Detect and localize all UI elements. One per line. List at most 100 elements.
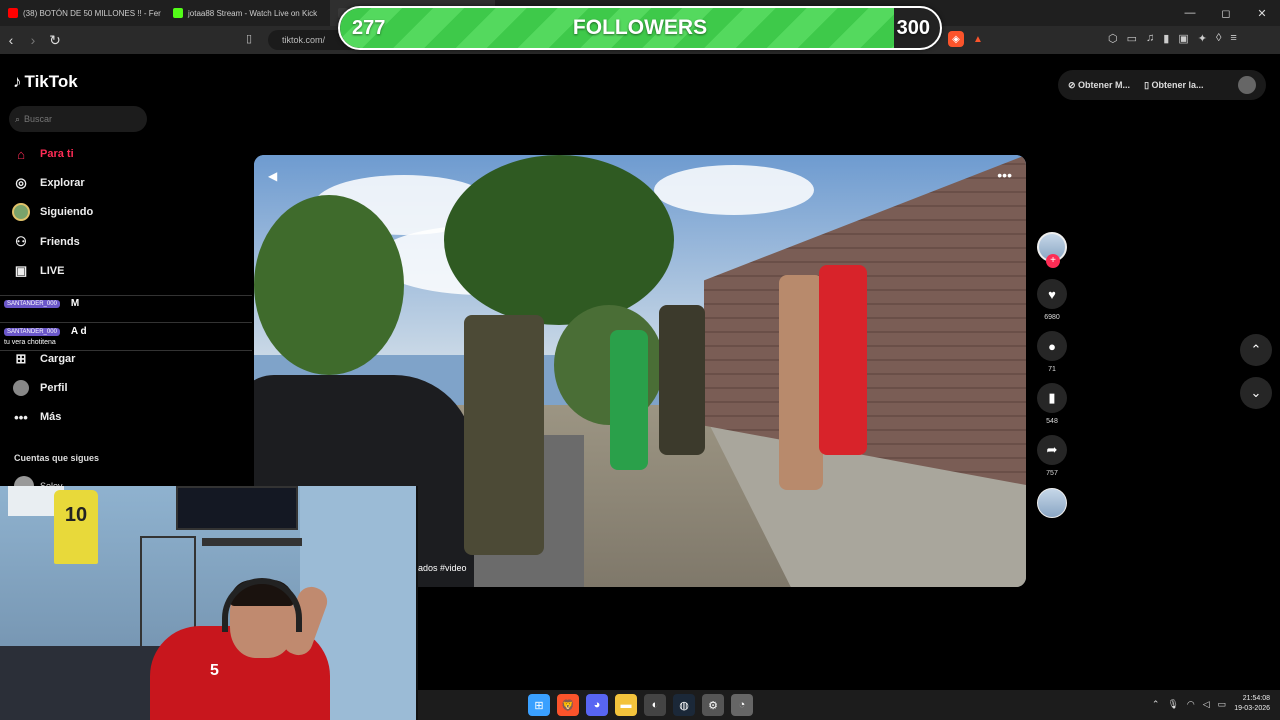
sidebar-item-label: Para ti	[40, 148, 74, 160]
chat-message: SANTANDER_000 M	[4, 298, 79, 309]
save-action[interactable]: ▮ 548	[1037, 383, 1067, 425]
music-icon[interactable]: ♫	[1146, 32, 1154, 45]
discord-icon[interactable]: ◕	[586, 694, 608, 716]
search-box[interactable]: ⌕	[9, 106, 147, 132]
follow-plus-icon[interactable]: +	[1046, 254, 1060, 268]
search-input[interactable]	[24, 114, 135, 124]
chat-message: tu vera chotitena	[4, 339, 56, 346]
hidden-sidebar-text: A d	[70, 326, 87, 337]
sidebar-item-mas[interactable]: ••• Más	[12, 406, 61, 428]
get-coins-label: Obtener M...	[1078, 79, 1131, 90]
cam-jersey: 10	[54, 490, 98, 564]
minimize-button[interactable]: —	[1172, 0, 1208, 26]
leo-icon[interactable]: ✦	[1198, 32, 1207, 45]
extension-icons: ⬡ ▭ ♫ ▮ ▣ ✦ ◊ ≡	[1108, 32, 1237, 45]
steam-icon[interactable]: ◍	[673, 694, 695, 716]
more-icon: •••	[14, 409, 28, 425]
tab-title: jotaa88 Stream - Watch Live on Kick	[188, 8, 318, 18]
file-explorer-icon[interactable]: ▬	[615, 694, 637, 716]
followed-accounts-title: Cuentas que sigues	[14, 453, 100, 463]
chat-divider	[0, 322, 252, 323]
microphone-icon[interactable]: 🎙	[1167, 699, 1178, 710]
menu-icon[interactable]: ≡	[1230, 32, 1236, 45]
cam-rack	[202, 538, 302, 546]
window-controls: — ◻ ✕	[1172, 0, 1280, 26]
sidebar-item-label: Explorar	[40, 177, 85, 189]
goal-title: FOLLOWERS	[572, 16, 708, 39]
video-person-red	[819, 265, 867, 455]
sidebar-item-label: Cargar	[40, 353, 76, 365]
get-coins-button[interactable]: ⊘ Obtener M...	[1068, 80, 1130, 91]
bookmark-icon[interactable]: ▯	[246, 32, 252, 45]
get-app-label: Obtener la...	[1151, 79, 1204, 90]
volume-icon[interactable]: ◁	[1203, 699, 1210, 710]
sidebar-item-siguiendo[interactable]: Siguiendo	[12, 201, 93, 223]
search-icon: ⌕	[15, 113, 21, 124]
more-options-icon[interactable]: •••	[997, 167, 1012, 183]
get-app-button[interactable]: ▯ Obtener la...	[1144, 80, 1203, 91]
heart-icon: ♥	[1037, 279, 1067, 309]
chevron-down-icon: ⌄	[1250, 385, 1262, 400]
back-arrow-icon[interactable]: ‹	[0, 32, 22, 48]
video-person-green	[610, 330, 648, 470]
youtube-favicon-icon	[8, 8, 18, 18]
clock[interactable]: 21:54:08 19-03-2026	[1234, 694, 1270, 714]
mute-icon[interactable]: ◀	[268, 169, 277, 183]
sidebar-item-label: LIVE	[40, 265, 65, 277]
comment-count: 71	[1048, 366, 1056, 373]
next-video-button[interactable]: ⌄	[1240, 377, 1272, 409]
bookmark-icon: ▮	[1037, 383, 1067, 413]
sidebar-icon[interactable]: ▭	[1127, 32, 1137, 45]
like-action[interactable]: ♥ 6980	[1037, 279, 1067, 321]
comment-action[interactable]: ● 71	[1037, 331, 1067, 373]
chat-text: tu vera chotitena	[4, 339, 56, 346]
upload-icon: ⊞	[15, 351, 27, 366]
settings-icon[interactable]: ⚙	[702, 694, 724, 716]
brave-browser-icon[interactable]: 🦁	[557, 694, 579, 716]
sidebar-item-cargar[interactable]: ⊞ Cargar	[12, 348, 76, 370]
battery-icon[interactable]: ▭	[1218, 699, 1227, 710]
wifi-icon[interactable]: ◠	[1187, 699, 1195, 710]
sidebar-item-explorar[interactable]: ◎ Explorar	[12, 172, 85, 194]
url-text: tiktok.com/	[282, 35, 326, 45]
sound-disc[interactable]	[1037, 488, 1067, 518]
browser-tab-youtube[interactable]: (38) BOTÓN DE 50 MILLONES !! - Fer	[0, 0, 165, 26]
vpn-icon[interactable]: ◊	[1216, 32, 1221, 45]
tiktok-logo[interactable]: ♪ TikTok	[13, 72, 78, 92]
sidebar-item-perfil[interactable]: Perfil	[12, 377, 68, 399]
windows-start-icon[interactable]: ⊞	[528, 694, 550, 716]
reader-icon[interactable]: ▮	[1163, 32, 1169, 45]
goal-max: 300	[896, 17, 930, 39]
tiktok-note-icon: ♪	[13, 72, 22, 91]
save-count: 548	[1046, 418, 1058, 425]
chat-divider	[0, 295, 252, 296]
reload-icon[interactable]: ↻	[44, 32, 66, 49]
sidebar-item-label: Perfil	[40, 382, 68, 394]
close-button[interactable]: ✕	[1244, 0, 1280, 26]
extensions-icon[interactable]: ⬡	[1108, 32, 1118, 45]
app-icon[interactable]: ◔	[731, 694, 753, 716]
maximize-button[interactable]: ◻	[1208, 0, 1244, 26]
brave-rewards-icon[interactable]: ▲	[970, 31, 986, 47]
brave-shield-icon[interactable]: ◈	[948, 31, 964, 47]
previous-video-button[interactable]: ⌃	[1240, 334, 1272, 366]
chevron-up-icon[interactable]: ⌃	[1152, 699, 1160, 710]
obs-icon[interactable]: ◐	[644, 694, 666, 716]
sidebar-item-live[interactable]: ▣ LIVE	[12, 260, 65, 282]
sidebar-item-para-ti[interactable]: ⌂ Para ti	[12, 143, 74, 165]
live-icon: ▣	[14, 263, 28, 278]
taskbar-apps: ⊞ 🦁 ◕ ▬ ◐ ◍ ⚙ ◔	[528, 694, 753, 716]
wallet-icon[interactable]: ▣	[1178, 32, 1188, 45]
profile-icon	[12, 379, 30, 397]
chat-username-badge: SANTANDER_000	[4, 327, 60, 336]
share-action[interactable]: ➦ 757	[1037, 435, 1067, 477]
following-avatar-icon	[12, 203, 30, 221]
logo-text: TikTok	[24, 72, 78, 91]
sidebar-item-friends[interactable]: ⚇ Friends	[12, 231, 80, 253]
avatar[interactable]	[1238, 76, 1256, 94]
creator-avatar[interactable]: +	[1037, 232, 1067, 268]
forward-arrow-icon[interactable]: ›	[22, 32, 44, 48]
sidebar-item-label: Friends	[40, 236, 80, 248]
browser-tab-kick[interactable]: jotaa88 Stream - Watch Live on Kick	[165, 0, 330, 26]
kick-favicon-icon	[173, 8, 183, 18]
